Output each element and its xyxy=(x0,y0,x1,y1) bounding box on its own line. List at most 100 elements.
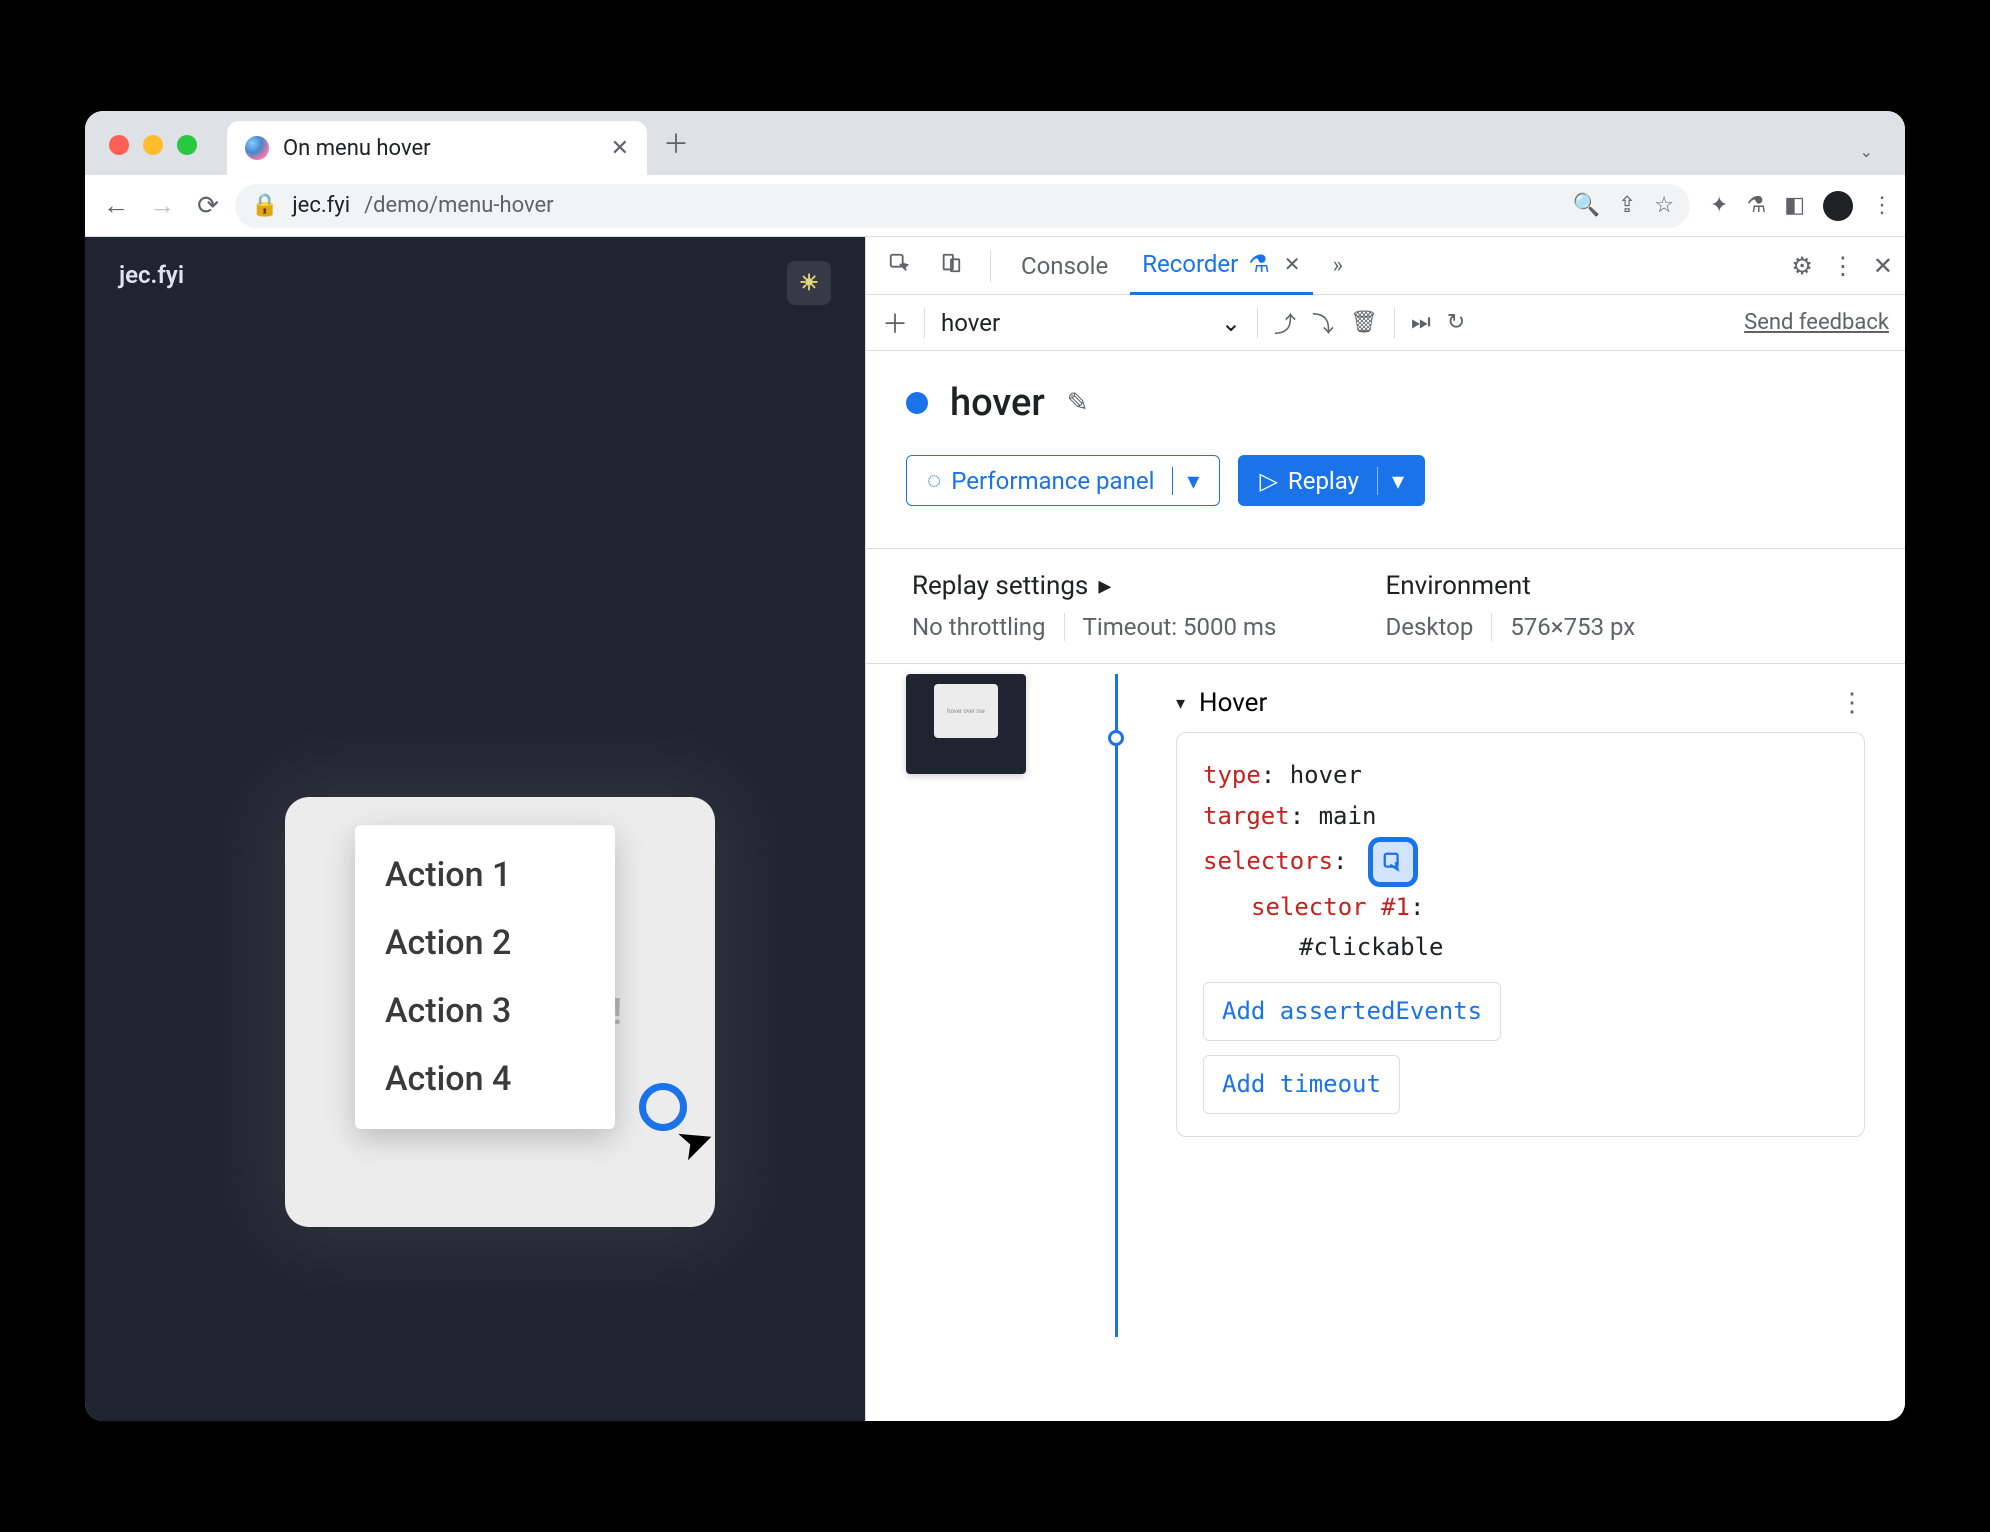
timeline-step-dot[interactable] xyxy=(1108,730,1124,746)
replay-button[interactable]: ▷ Replay ▾ xyxy=(1238,455,1425,506)
timeline xyxy=(1086,674,1146,1137)
detail-key: target xyxy=(1203,802,1290,830)
reload-button[interactable]: ⟳ xyxy=(189,187,227,225)
devtools-panel: Console Recorder ⚗ ✕ » ⚙ ⋮ ✕ ＋ hover xyxy=(865,237,1905,1421)
add-asserted-events-button[interactable]: Add assertedEvents xyxy=(1203,982,1501,1041)
device-toolbar-icon[interactable] xyxy=(930,246,972,286)
site-brand[interactable]: jec.fyi xyxy=(119,261,184,305)
detail-key: selectors xyxy=(1203,847,1333,875)
webpage: jec.fyi ☀ Hover over me! Action 1 Action… xyxy=(85,237,865,1421)
close-devtools-icon[interactable]: ✕ xyxy=(1873,252,1893,280)
address-bar[interactable]: 🔒 jec.fyi /demo/menu-hover 🔍 ⇪ ☆ xyxy=(235,184,1690,228)
url-host: jec.fyi xyxy=(292,193,350,218)
edit-title-icon[interactable]: ✎ xyxy=(1067,388,1089,418)
import-icon[interactable]: ⤵ xyxy=(1312,307,1334,339)
tab-title: On menu hover xyxy=(283,136,597,161)
delete-icon[interactable]: 🗑 xyxy=(1350,310,1378,335)
menu-item[interactable]: Action 3 xyxy=(355,977,615,1045)
recorder-tab-label: Recorder xyxy=(1142,250,1238,278)
replay-settings-bar: Replay settings ▸ No throttling Timeout:… xyxy=(866,548,1905,664)
theme-toggle-button[interactable]: ☀ xyxy=(787,261,831,305)
flask-icon: ⚗ xyxy=(1248,250,1270,278)
browser-toolbar: ← → ⟳ 🔒 jec.fyi /demo/menu-hover 🔍 ⇪ ☆ ✦… xyxy=(85,175,1905,237)
window-controls xyxy=(99,135,227,175)
steps-area: hover over me ▾ Hover ⋮ xyxy=(906,674,1865,1137)
tab-favicon xyxy=(245,136,269,160)
recording-select-value: hover xyxy=(941,309,1000,337)
send-feedback-link[interactable]: Send feedback xyxy=(1744,310,1889,335)
kebab-menu-icon[interactable]: ⋮ xyxy=(1831,252,1855,280)
selector-picker-button[interactable] xyxy=(1368,837,1418,887)
devtools-tabbar: Console Recorder ⚗ ✕ » ⚙ ⋮ ✕ xyxy=(866,237,1905,295)
chevron-down-icon: ⌄ xyxy=(1221,309,1241,337)
new-tab-button[interactable]: ＋ xyxy=(647,111,705,175)
chevron-down-icon[interactable]: ▾ xyxy=(1377,467,1404,495)
hover-card[interactable]: Hover over me! Action 1 Action 2 Action … xyxy=(285,797,715,1227)
tabstrip-chevron-icon[interactable]: ⌄ xyxy=(1842,128,1891,175)
recorder-toolbar: ＋ hover ⌄ ⤴ ⤵ 🗑 ⏭ ↻ Send feedback xyxy=(866,295,1905,351)
inspect-element-icon[interactable] xyxy=(878,246,920,286)
add-timeout-button[interactable]: Add timeout xyxy=(1203,1055,1400,1114)
recording-select[interactable]: hover ⌄ xyxy=(941,309,1241,337)
tab-close-icon[interactable]: ✕ xyxy=(611,136,629,161)
minimize-window-button[interactable] xyxy=(143,135,163,155)
throttling-value: No throttling xyxy=(912,613,1046,641)
performance-panel-button[interactable]: ◌ Performance panel ▾ xyxy=(906,455,1220,506)
step-header[interactable]: ▾ Hover ⋮ xyxy=(1176,674,1865,732)
step-more-icon[interactable]: ⋮ xyxy=(1839,688,1865,718)
forward-button[interactable]: → xyxy=(143,187,181,225)
labs-icon[interactable]: ⚗ xyxy=(1746,193,1766,218)
console-tab[interactable]: Console xyxy=(1009,238,1120,294)
menu-item[interactable]: Action 1 xyxy=(355,841,615,909)
new-recording-button[interactable]: ＋ xyxy=(882,304,908,341)
collapse-triangle-icon: ▾ xyxy=(1176,693,1185,714)
cursor-icon: ➤ xyxy=(672,1114,720,1170)
detail-key: selector #1 xyxy=(1251,893,1410,921)
performance-panel-label: Performance panel xyxy=(951,467,1154,495)
bookmark-icon[interactable]: ☆ xyxy=(1654,193,1674,218)
selector-value[interactable]: #clickable xyxy=(1299,933,1444,961)
step-details-card: type: hover target: main selectors: xyxy=(1176,732,1865,1137)
menu-item[interactable]: Action 4 xyxy=(355,1045,615,1113)
environment-header: Environment xyxy=(1386,571,1860,601)
settings-icon[interactable]: ⚙ xyxy=(1791,252,1813,280)
step-over-icon[interactable]: ⏭ xyxy=(1411,310,1431,335)
profile-avatar[interactable] xyxy=(1823,191,1853,221)
browser-tab[interactable]: On menu hover ✕ xyxy=(227,121,647,175)
hover-menu: Action 1 Action 2 Action 3 Action 4 xyxy=(355,825,615,1129)
recorder-body: hover ✎ ◌ Performance panel ▾ ▷ Replay ▾ xyxy=(866,351,1905,1421)
detail-key: type xyxy=(1203,761,1261,789)
replay-settings-header[interactable]: Replay settings ▸ xyxy=(912,571,1386,601)
more-tabs-icon[interactable]: » xyxy=(1323,247,1353,284)
back-button[interactable]: ← xyxy=(97,187,135,225)
chevron-right-icon: ▸ xyxy=(1098,571,1111,601)
zoom-icon[interactable]: 🔍 xyxy=(1572,193,1599,218)
extensions-icon[interactable]: ✦ xyxy=(1710,193,1728,218)
detail-target-value[interactable]: main xyxy=(1319,802,1377,830)
detail-type-value[interactable]: hover xyxy=(1290,761,1362,789)
recording-title: hover xyxy=(950,381,1045,425)
recording-status-dot xyxy=(906,392,928,414)
sidepanel-icon[interactable]: ◧ xyxy=(1784,193,1805,218)
maximize-window-button[interactable] xyxy=(177,135,197,155)
menu-item[interactable]: Action 2 xyxy=(355,909,615,977)
step-name: Hover xyxy=(1199,688,1267,718)
close-panel-icon[interactable]: ✕ xyxy=(1284,252,1301,276)
replay-button-label: Replay xyxy=(1288,467,1359,495)
content-area: jec.fyi ☀ Hover over me! Action 1 Action… xyxy=(85,237,1905,1421)
step-thumbnail[interactable]: hover over me xyxy=(906,674,1026,774)
gauge-icon: ◌ xyxy=(927,466,941,495)
lock-icon: 🔒 xyxy=(251,193,278,218)
titlebar: On menu hover ✕ ＋ ⌄ xyxy=(85,111,1905,175)
env-size-value: 576×753 px xyxy=(1510,613,1635,641)
recorder-tab[interactable]: Recorder ⚗ ✕ xyxy=(1130,237,1312,295)
env-device-value: Desktop xyxy=(1386,613,1474,641)
export-icon[interactable]: ⤴ xyxy=(1274,307,1296,339)
slow-replay-icon[interactable]: ↻ xyxy=(1447,310,1465,335)
chevron-down-icon[interactable]: ▾ xyxy=(1172,467,1199,495)
close-window-button[interactable] xyxy=(109,135,129,155)
url-path: /demo/menu-hover xyxy=(364,193,554,218)
browser-menu-icon[interactable]: ⋮ xyxy=(1871,193,1893,218)
timeout-value: Timeout: 5000 ms xyxy=(1083,613,1277,641)
share-icon[interactable]: ⇪ xyxy=(1618,193,1636,218)
